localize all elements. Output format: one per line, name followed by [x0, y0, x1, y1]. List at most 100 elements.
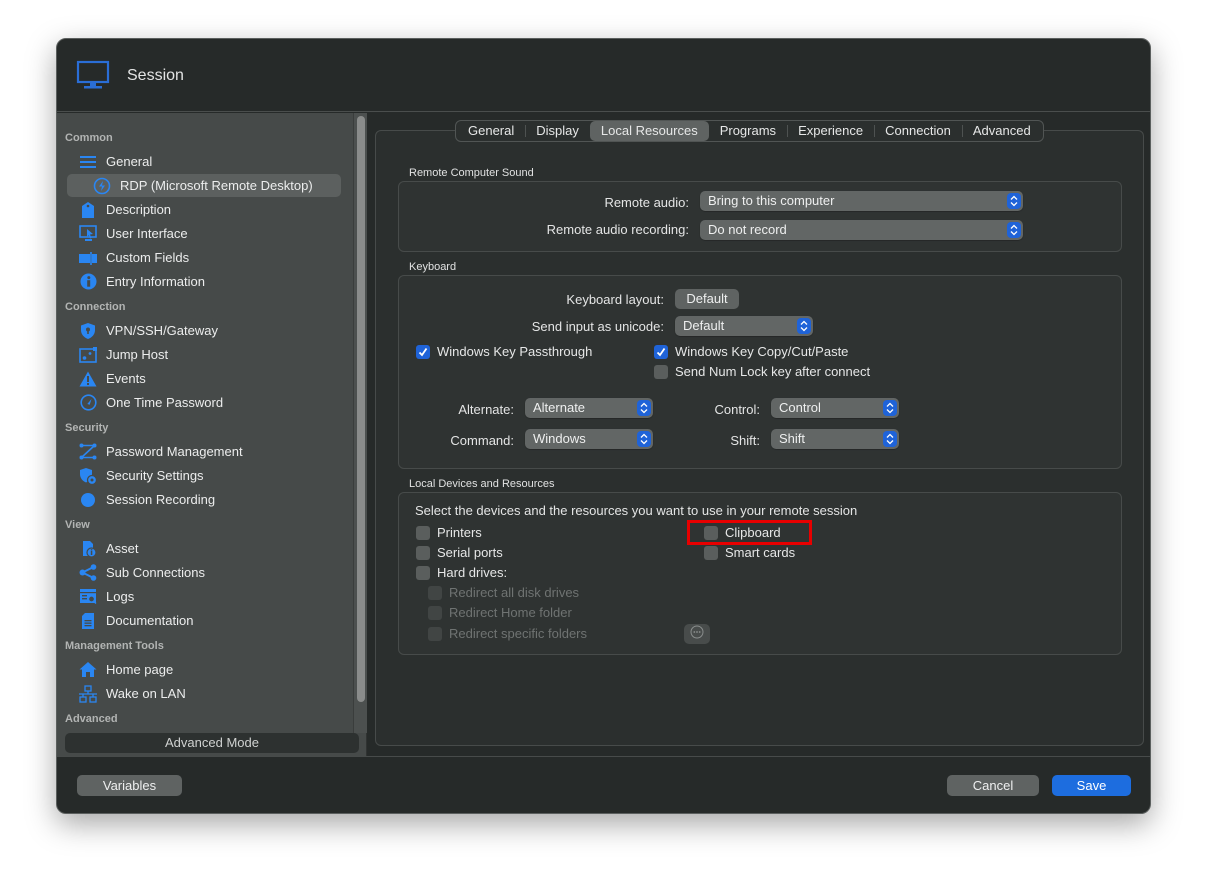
- keyboard-layout-button[interactable]: Default: [675, 289, 739, 309]
- chevron-updown-icon: [883, 400, 897, 416]
- sidebar-item-logs[interactable]: Logs: [67, 585, 341, 608]
- sidebar-item-sub-connections[interactable]: Sub Connections: [67, 561, 341, 584]
- shift-label: Shift:: [730, 433, 760, 448]
- send-num-lock-checkbox[interactable]: Send Num Lock key after connect: [654, 364, 870, 379]
- smart-cards-checkbox[interactable]: Smart cards: [704, 545, 795, 560]
- send-unicode-select[interactable]: Default: [675, 316, 813, 336]
- tab-local-resources[interactable]: Local Resources: [589, 121, 709, 141]
- chevron-updown-icon: [883, 431, 897, 447]
- remote-audio-label: Remote audio:: [604, 195, 689, 210]
- send-unicode-label: Send input as unicode:: [531, 319, 664, 334]
- section-header-connection: Connection: [65, 301, 126, 313]
- jump-host-icon: [79, 346, 97, 364]
- info-icon: [79, 273, 97, 291]
- sidebar-item-one-time-password[interactable]: One Time Password: [67, 391, 341, 414]
- record-icon: [79, 491, 97, 509]
- sidebar-item-custom-fields[interactable]: Custom Fields: [67, 246, 341, 269]
- sidebar-item-general[interactable]: General: [67, 150, 341, 173]
- workflow-icon: [79, 443, 97, 461]
- redirect-all-disk-drives-checkbox[interactable]: Redirect all disk drives: [428, 585, 579, 600]
- sound-group-title: Remote Computer Sound: [409, 167, 534, 179]
- sidebar-item-user-interface[interactable]: User Interface: [67, 222, 341, 245]
- tab-programs[interactable]: Programs: [709, 121, 787, 141]
- session-dialog: Session Common General RDP (Microsoft Re…: [56, 38, 1151, 814]
- redirect-specific-folders-checkbox[interactable]: Redirect specific folders: [428, 626, 587, 641]
- tab-bar: General Display Local Resources Programs…: [455, 120, 1044, 142]
- alternate-select[interactable]: Alternate: [525, 398, 653, 418]
- remote-audio-recording-label: Remote audio recording:: [546, 222, 689, 237]
- tag-icon: [79, 201, 97, 219]
- fields-icon: [79, 249, 97, 267]
- network-icon: [79, 684, 97, 703]
- monitor-icon: [76, 60, 110, 90]
- chevron-updown-icon: [1007, 193, 1021, 209]
- keyboard-layout-label: Keyboard layout:: [566, 292, 664, 307]
- warning-icon: [79, 370, 97, 388]
- windows-key-passthrough-checkbox[interactable]: Windows Key Passthrough: [416, 344, 592, 359]
- save-button[interactable]: Save: [1052, 775, 1131, 796]
- serial-ports-checkbox[interactable]: Serial ports: [416, 545, 503, 560]
- list-icon: [79, 153, 97, 171]
- sidebar-item-wake-on-lan[interactable]: Wake on LAN: [67, 682, 341, 705]
- tab-experience[interactable]: Experience: [787, 121, 874, 141]
- sidebar-scrollbar[interactable]: [353, 113, 367, 733]
- section-header-management-tools: Management Tools: [65, 640, 164, 652]
- tab-advanced[interactable]: Advanced: [961, 121, 1042, 141]
- sidebar-item-password-management[interactable]: Password Management: [67, 440, 341, 463]
- window-title: Session: [127, 67, 184, 84]
- sidebar-item-entry-information[interactable]: Entry Information: [67, 270, 341, 293]
- command-label: Command:: [450, 433, 514, 448]
- alternate-label: Alternate:: [458, 402, 514, 417]
- variables-button[interactable]: Variables: [77, 775, 182, 796]
- sidebar-item-description[interactable]: Description: [67, 198, 341, 221]
- cancel-button[interactable]: Cancel: [947, 775, 1039, 796]
- sidebar-item-home-page[interactable]: Home page: [67, 658, 341, 681]
- sidebar-item-vpn-ssh-gateway[interactable]: VPN/SSH/Gateway: [67, 319, 341, 342]
- keyboard-group-title: Keyboard: [409, 261, 457, 273]
- title-bar: Session: [57, 39, 1150, 112]
- chevron-updown-icon: [797, 318, 811, 334]
- control-label: Control:: [714, 402, 760, 417]
- clipboard-highlight-box: [687, 520, 812, 545]
- redirect-home-folder-checkbox[interactable]: Redirect Home folder: [428, 605, 572, 620]
- checkmark-icon: [654, 344, 668, 359]
- remote-audio-select[interactable]: Bring to this computer: [700, 191, 1023, 211]
- chevron-updown-icon: [637, 431, 651, 447]
- sidebar-item-rdp[interactable]: RDP (Microsoft Remote Desktop): [67, 174, 341, 197]
- home-icon: [79, 661, 97, 679]
- section-header-common: Common: [65, 132, 113, 144]
- shift-select[interactable]: Shift: [771, 429, 899, 449]
- windows-key-copy-cut-paste-checkbox[interactable]: Windows Key Copy/Cut/Paste: [654, 344, 848, 359]
- sidebar-item-security-settings[interactable]: Security Settings: [67, 464, 341, 487]
- section-header-advanced: Advanced: [65, 713, 118, 725]
- rdp-icon: [93, 177, 111, 195]
- document-icon: [79, 612, 97, 630]
- screen-cursor-icon: [79, 225, 97, 243]
- sidebar-item-session-recording[interactable]: Session Recording: [67, 488, 341, 511]
- logs-icon: [79, 588, 97, 606]
- share-icon: [79, 564, 97, 582]
- gauge-icon: [79, 394, 97, 412]
- section-header-view: View: [65, 519, 90, 531]
- scrollbar-thumb[interactable]: [357, 116, 365, 702]
- sidebar-item-events[interactable]: Events: [67, 367, 341, 390]
- tab-connection[interactable]: Connection: [874, 121, 962, 141]
- tab-general[interactable]: General: [457, 121, 525, 141]
- asset-icon: [79, 540, 97, 558]
- chevron-updown-icon: [637, 400, 651, 416]
- tab-display[interactable]: Display: [525, 121, 590, 141]
- sidebar-list: Common General RDP (Microsoft Remote Des…: [57, 113, 353, 733]
- devices-group-title: Local Devices and Resources: [409, 478, 555, 490]
- sidebar-item-documentation[interactable]: Documentation: [67, 609, 341, 632]
- hard-drives-checkbox[interactable]: Hard drives:: [416, 565, 507, 580]
- section-header-security: Security: [65, 422, 109, 434]
- advanced-mode-button[interactable]: Advanced Mode: [65, 733, 359, 753]
- printers-checkbox[interactable]: Printers: [416, 525, 482, 540]
- sidebar-item-jump-host[interactable]: Jump Host: [67, 343, 341, 366]
- shield-lock-icon: [79, 322, 97, 340]
- sidebar-item-asset[interactable]: Asset: [67, 537, 341, 560]
- choose-folders-button[interactable]: [684, 624, 710, 644]
- remote-audio-recording-select[interactable]: Do not record: [700, 220, 1023, 240]
- control-select[interactable]: Control: [771, 398, 899, 418]
- command-select[interactable]: Windows: [525, 429, 653, 449]
